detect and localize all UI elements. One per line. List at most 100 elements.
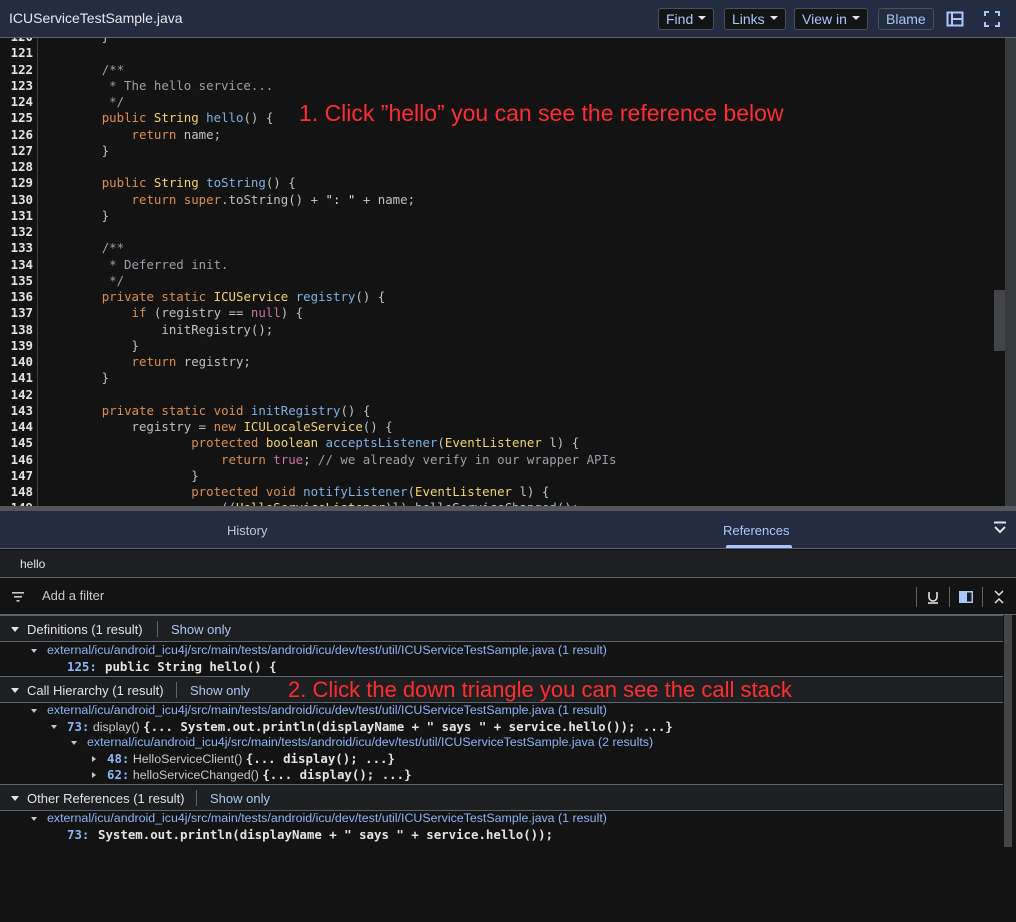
line-number[interactable]: 136 <box>0 289 33 305</box>
line-number[interactable]: 138 <box>0 322 33 338</box>
line-number[interactable]: 141 <box>0 370 33 386</box>
expand-triangle-icon[interactable] <box>31 817 37 821</box>
fullscreen-icon[interactable] <box>983 10 1001 28</box>
tab-references[interactable]: References <box>723 523 789 538</box>
line-number[interactable]: 125 <box>0 110 33 126</box>
caller-code[interactable]: {... System.out.println(displayName + " … <box>143 719 673 734</box>
expand-triangle-icon[interactable] <box>11 796 19 801</box>
code-text[interactable]: /** <box>42 62 124 78</box>
code-text[interactable]: return name; <box>42 127 222 143</box>
expand-triangle-icon[interactable] <box>31 709 37 713</box>
filter-icon[interactable] <box>11 590 25 604</box>
code-text[interactable]: } <box>42 143 109 159</box>
code-text[interactable]: initRegistry(); <box>42 322 273 338</box>
line-number[interactable]: 127 <box>0 143 33 159</box>
file-path-link[interactable]: external/icu/android_icu4j/src/main/test… <box>47 643 607 657</box>
line-number[interactable]: 144 <box>0 419 33 435</box>
match-code[interactable]: System.out.println(displayName + " says … <box>98 827 553 842</box>
show-only-link[interactable]: Show only <box>190 683 250 698</box>
expand-triangle-icon[interactable] <box>11 627 19 632</box>
file-path-link[interactable]: external/icu/android_icu4j/src/main/test… <box>47 811 607 825</box>
code-text[interactable]: if (registry == null) { <box>42 305 304 321</box>
line-number[interactable]: 120 <box>0 38 33 45</box>
expand-triangle-icon[interactable] <box>51 725 57 729</box>
section-label[interactable]: Definitions (1 result) <box>27 622 143 637</box>
line-number[interactable]: 143 <box>0 403 33 419</box>
expand-triangle-icon[interactable] <box>71 741 77 745</box>
line-number[interactable]: 147 <box>0 468 33 484</box>
caller-function[interactable]: helloServiceChanged() <box>133 768 259 782</box>
file-path-link[interactable]: external/icu/android_icu4j/src/main/test… <box>47 703 607 717</box>
show-only-link[interactable]: Show only <box>171 622 231 637</box>
line-number[interactable]: 125: <box>67 659 97 674</box>
line-number[interactable]: 135 <box>0 273 33 289</box>
line-number[interactable]: 148 <box>0 484 33 500</box>
collapse-all-icon[interactable] <box>991 589 1007 605</box>
collapsed-triangle-icon[interactable] <box>92 756 96 762</box>
line-number[interactable]: 134 <box>0 257 33 273</box>
line-number[interactable]: 142 <box>0 387 33 403</box>
code-text[interactable]: } <box>42 338 139 354</box>
line-number[interactable]: 139 <box>0 338 33 354</box>
caller-code[interactable]: {... display(); ...} <box>246 751 395 766</box>
line-number[interactable]: 133 <box>0 240 33 256</box>
collapse-panel-icon[interactable] <box>992 520 1008 536</box>
blame-button[interactable]: Blame <box>878 8 934 30</box>
expand-triangle-icon[interactable] <box>11 688 19 693</box>
code-text[interactable]: } <box>42 38 109 45</box>
code-text[interactable]: public String toString() { <box>42 175 296 191</box>
code-text[interactable]: * Deferred init. <box>42 257 228 273</box>
show-only-link[interactable]: Show only <box>210 791 270 806</box>
code-text[interactable]: private static ICUService registry() { <box>42 289 386 305</box>
line-number[interactable]: 130 <box>0 192 33 208</box>
code-text[interactable]: /** <box>42 240 124 256</box>
caller-function[interactable]: HelloServiceClient() <box>133 752 242 766</box>
line-number[interactable]: 146 <box>0 452 33 468</box>
code-text[interactable]: */ <box>42 94 124 110</box>
layout-panel-icon[interactable] <box>946 10 964 28</box>
match-code[interactable]: public String hello() { <box>105 659 277 674</box>
collapsed-triangle-icon[interactable] <box>92 772 96 778</box>
line-number[interactable]: 73: <box>67 827 89 842</box>
code-text[interactable]: } <box>42 468 198 484</box>
side-panel-toggle-icon[interactable] <box>958 589 974 605</box>
results-scrollbar[interactable] <box>1004 615 1012 847</box>
line-number[interactable]: 73: <box>67 719 89 734</box>
code-text[interactable]: } <box>42 208 109 224</box>
code-text[interactable]: return super.toString() + ": " + name; <box>42 192 416 208</box>
line-number[interactable]: 145 <box>0 435 33 451</box>
line-number[interactable]: 128 <box>0 159 33 175</box>
find-button[interactable]: Find <box>658 8 715 30</box>
tab-history[interactable]: History <box>227 523 267 538</box>
line-number[interactable]: 137 <box>0 305 33 321</box>
filter-input[interactable] <box>42 588 642 603</box>
code-text[interactable]: */ <box>42 273 124 289</box>
section-label[interactable]: Other References (1 result) <box>27 791 185 806</box>
code-text[interactable]: protected boolean acceptsListener(EventL… <box>42 435 579 451</box>
match-word-icon[interactable] <box>925 589 941 605</box>
line-number[interactable]: 132 <box>0 224 33 240</box>
line-number[interactable]: 48: <box>107 751 129 766</box>
code-text[interactable]: public String hello() { <box>42 110 274 126</box>
line-number[interactable]: 121 <box>0 45 33 61</box>
code-scrollbar-thumb[interactable] <box>994 290 1005 351</box>
code-text[interactable]: private static void initRegistry() { <box>42 403 371 419</box>
caller-code[interactable]: {... display(); ...} <box>262 767 411 782</box>
line-number[interactable]: 123 <box>0 78 33 94</box>
line-number[interactable]: 62: <box>107 767 129 782</box>
section-label[interactable]: Call Hierarchy (1 result) <box>27 683 164 698</box>
code-text[interactable]: * The hello service... <box>42 78 273 94</box>
code-text[interactable]: protected void notifyListener(EventListe… <box>42 484 549 500</box>
links-button[interactable]: Links <box>724 8 786 30</box>
file-path-link[interactable]: external/icu/android_icu4j/src/main/test… <box>87 735 653 749</box>
view-in-button[interactable]: View in <box>794 8 868 30</box>
caller-function[interactable]: display() <box>93 720 140 734</box>
line-number[interactable]: 126 <box>0 127 33 143</box>
line-number[interactable]: 140 <box>0 354 33 370</box>
expand-triangle-icon[interactable] <box>31 649 37 653</box>
code-text[interactable]: return registry; <box>42 354 251 370</box>
line-number[interactable]: 131 <box>0 208 33 224</box>
line-number[interactable]: 129 <box>0 175 33 191</box>
line-number[interactable]: 124 <box>0 94 33 110</box>
code-text[interactable]: } <box>42 370 109 386</box>
